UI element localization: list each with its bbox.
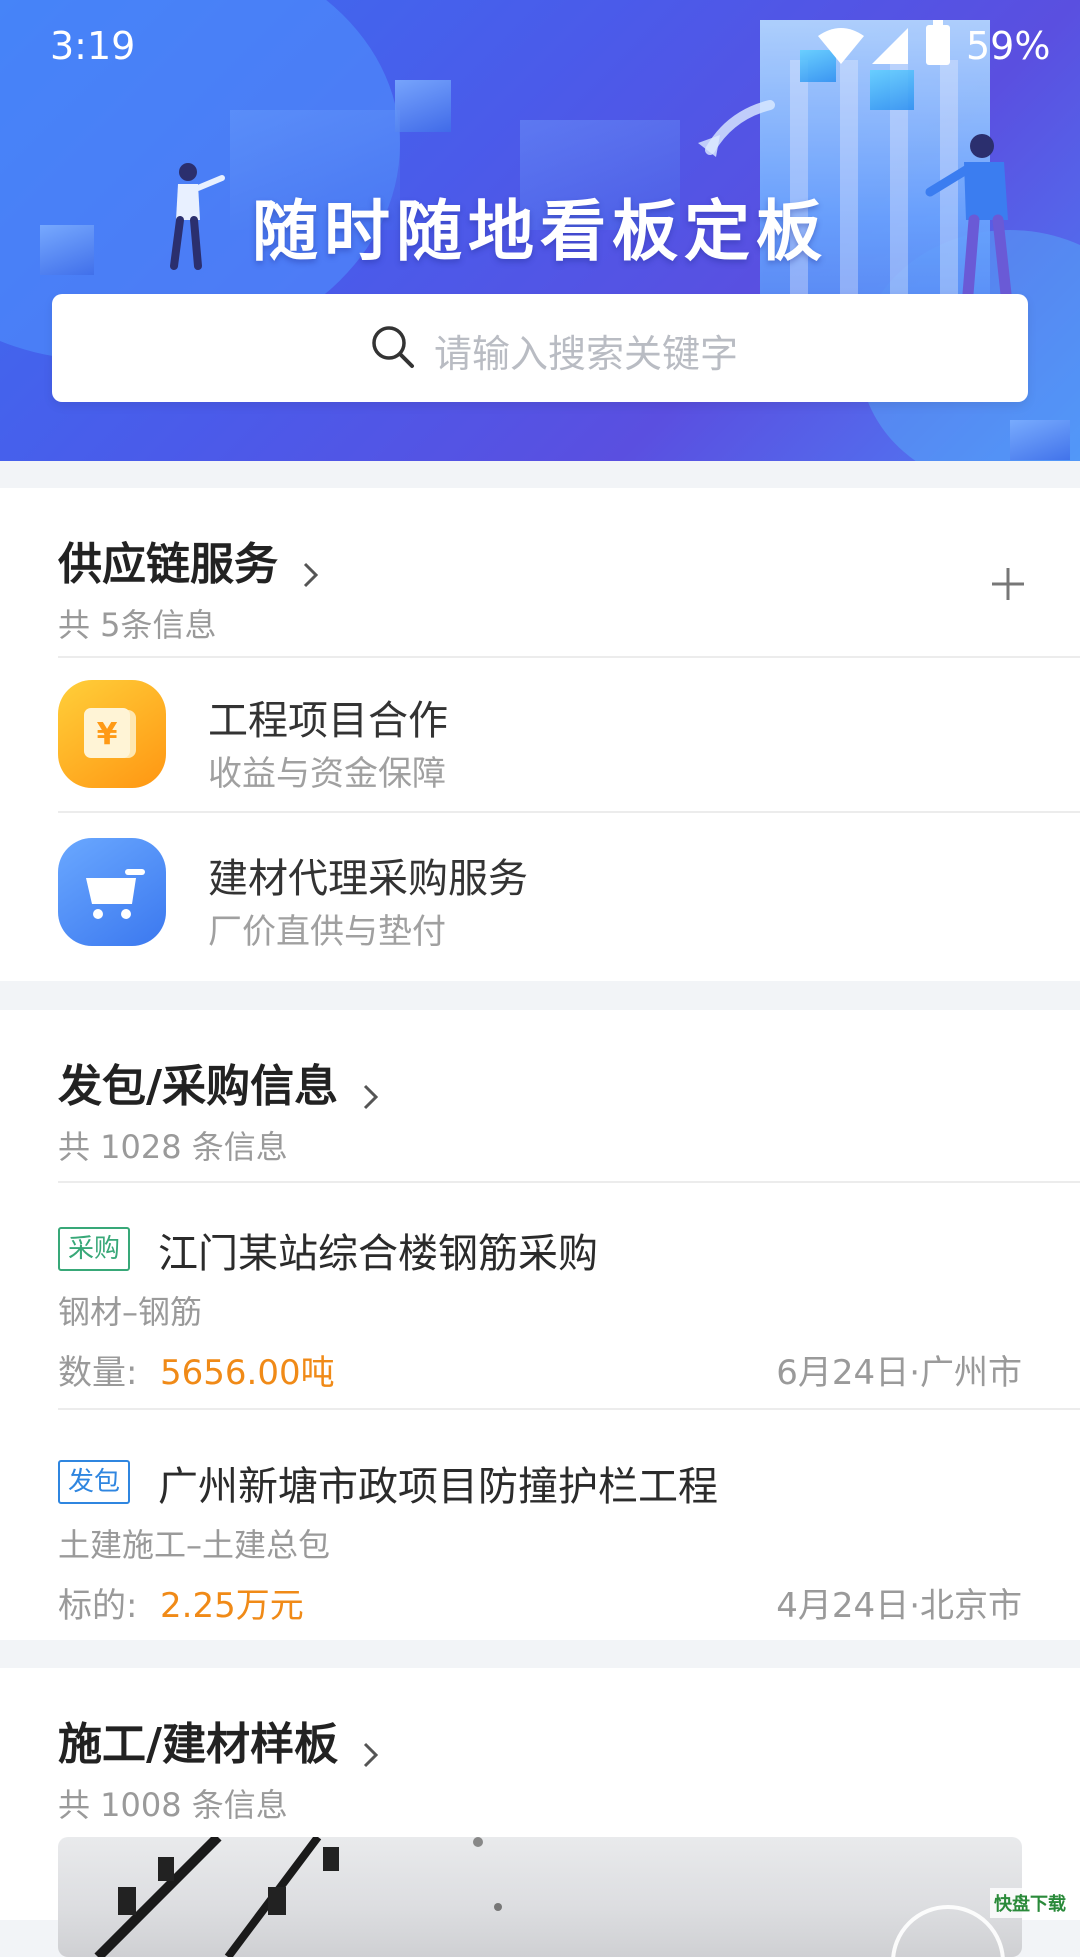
item-quantity-label: 数量:	[58, 1353, 138, 1393]
sample-image[interactable]	[58, 1837, 1022, 1957]
person-illustration	[170, 163, 225, 270]
service-title: 建材代理采购服务	[208, 856, 528, 902]
section-title: 施工/建材样板	[58, 1719, 339, 1770]
search-input[interactable]: 请输入搜索关键字	[52, 294, 1028, 402]
item-quantity-value: 2.25万元	[160, 1586, 304, 1626]
signal-icon	[872, 28, 908, 64]
service-subtitle: 收益与资金保障	[208, 754, 446, 794]
section-header[interactable]: 供应链服务 共 5条信息	[58, 528, 321, 646]
hero-cube	[1010, 420, 1070, 460]
service-item-procurement[interactable]: 建材代理采购服务 厂价直供与垫付	[0, 816, 1080, 974]
item-category: 钢材–钢筋	[58, 1293, 203, 1331]
wifi-icon	[818, 28, 864, 64]
section-header[interactable]: 施工/建材样板 共 1008 条信息	[58, 1708, 381, 1826]
status-time: 3:19	[50, 24, 136, 68]
item-date-location: 6月24日·广州市	[776, 1353, 1022, 1393]
purchase-info-section: 发包/采购信息 共 1028 条信息 采购 江门某站综合楼钢筋采购 钢材–钢筋 …	[0, 1010, 1080, 1640]
yen-icon: ¥	[58, 680, 166, 788]
svg-text:¥: ¥	[97, 717, 118, 752]
hero-title: 随时随地看板定板	[252, 192, 828, 270]
item-quantity-label: 标的:	[58, 1586, 138, 1626]
item-title: 广州新塘市政项目防撞护栏工程	[158, 1464, 718, 1510]
tag-badge: 发包	[58, 1460, 131, 1504]
watermark-logo: 快盘下载	[990, 1888, 1070, 1918]
service-item-engineering[interactable]: ¥ 工程项目合作 收益与资金保障	[0, 658, 1080, 816]
item-date-location: 4月24日·北京市	[776, 1586, 1022, 1626]
service-subtitle: 厂价直供与垫付	[208, 912, 446, 952]
search-icon	[372, 326, 414, 368]
divider	[58, 811, 1080, 813]
tag-badge: 采购	[58, 1227, 131, 1271]
section-count: 共 1028 条信息	[58, 1128, 288, 1166]
item-title: 江门某站综合楼钢筋采购	[158, 1231, 598, 1277]
hero-cube	[40, 225, 94, 275]
status-bar: 3:19 59%	[0, 0, 1080, 92]
section-count: 共 1008 条信息	[58, 1786, 288, 1824]
section-header[interactable]: 发包/采购信息 共 1028 条信息	[58, 1050, 381, 1168]
section-title: 供应链服务	[58, 539, 278, 590]
arrow-illustration	[698, 100, 775, 157]
search-placeholder: 请输入搜索关键字	[434, 332, 739, 376]
chevron-right-icon	[364, 1742, 379, 1767]
battery-percent: 59%	[966, 24, 1051, 68]
hero-banner: 随时随地看板定板 3:19 59% 请输入搜索关键字	[0, 0, 1080, 461]
section-count: 共 5条信息	[58, 606, 217, 644]
battery-icon	[926, 20, 950, 65]
service-title: 工程项目合作	[208, 698, 448, 744]
cart-icon	[58, 838, 166, 946]
section-title: 发包/采购信息	[58, 1061, 339, 1112]
chevron-right-icon	[364, 1084, 379, 1109]
list-item[interactable]: 采购 江门某站综合楼钢筋采购 钢材–钢筋 数量: 5656.00吨 6月24日·…	[0, 1183, 1080, 1413]
supply-chain-section: 供应链服务 共 5条信息 ¥ 工程项目合作 收益与资金保障 建材代理采购服务 厂…	[0, 488, 1080, 981]
add-icon[interactable]	[988, 564, 1028, 604]
item-category: 土建施工–土建总包	[58, 1526, 331, 1564]
list-item[interactable]: 发包 广州新塘市政项目防撞护栏工程 土建施工–土建总包 标的: 2.25万元 4…	[0, 1410, 1080, 1640]
chevron-right-icon	[304, 562, 319, 587]
ceiling-lights-image	[94, 1837, 1005, 1957]
item-quantity-value: 5656.00吨	[160, 1353, 335, 1393]
person-illustration	[925, 134, 1012, 300]
